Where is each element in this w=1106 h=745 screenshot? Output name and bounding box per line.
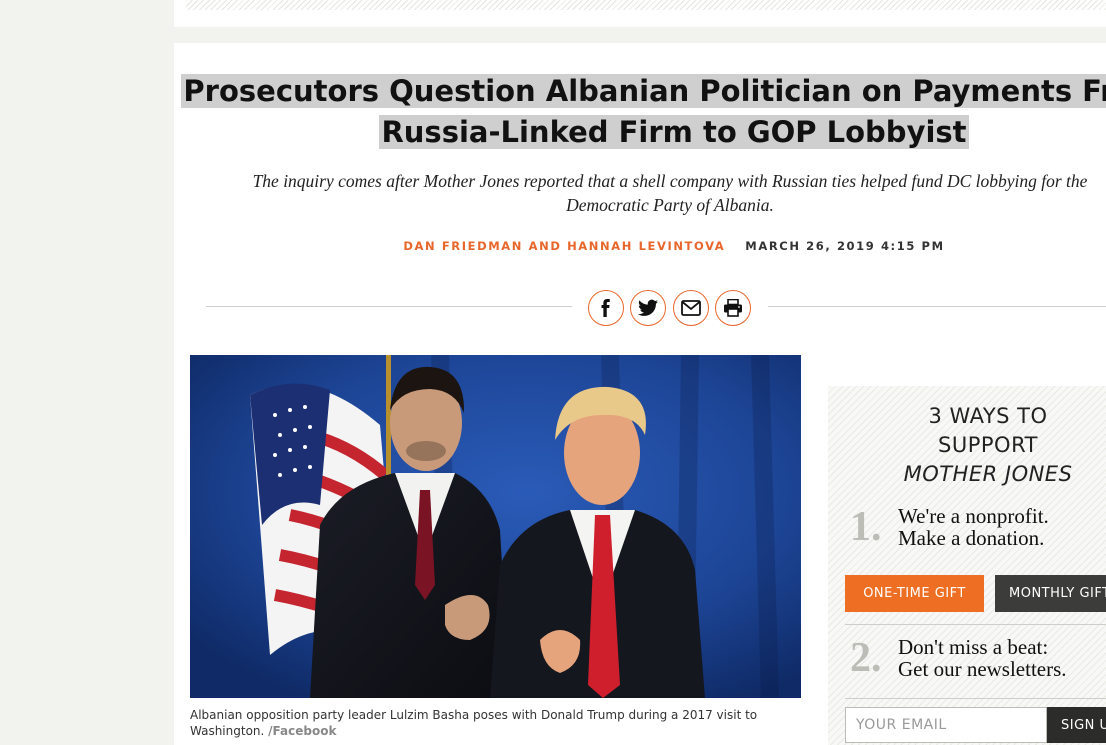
article-photo (190, 355, 801, 698)
author-link[interactable]: Dan Friedman and Hannah Levintova (403, 239, 725, 253)
print-icon (724, 299, 742, 317)
share-facebook-button[interactable] (588, 290, 624, 326)
step-text-line1: We're a nonprofit. (898, 504, 1049, 528)
hatch-border (186, 0, 1106, 10)
step-number: 2. (850, 635, 882, 681)
support-title-line1: 3 WAYS TO (928, 404, 1048, 428)
step-number: 1. (850, 504, 882, 550)
article-dek: The inquiry comes after Mother Jones rep… (252, 171, 1088, 215)
twitter-icon (638, 299, 658, 316)
print-button[interactable] (715, 290, 751, 326)
divider-right (768, 306, 1106, 307)
monthly-gift-button[interactable]: MONTHLY GIFT (995, 575, 1106, 612)
email-field[interactable] (845, 707, 1047, 743)
step-text-line2: Get our newsletters. (898, 657, 1067, 681)
divider (845, 624, 1106, 625)
byline: Dan Friedman and Hannah Levintova March 2… (174, 239, 1106, 253)
sign-up-button[interactable]: SIGN UP (1047, 707, 1106, 743)
step-text-line2: Make a donation. (898, 526, 1045, 550)
article-headline: Prosecutors Question Albanian Politician… (174, 71, 1106, 153)
divider (845, 698, 1106, 699)
step-newsletter: 2. Don't miss a beat: Get our newsletter… (850, 634, 1067, 682)
photo-credit-link[interactable]: /Facebook (268, 724, 336, 738)
facebook-icon (601, 299, 610, 317)
support-title: 3 WAYS TO SUPPORT MOTHER JONES (828, 402, 1106, 489)
brand-name: MOTHER JONES (903, 462, 1073, 486)
share-twitter-button[interactable] (630, 290, 666, 326)
one-time-gift-button[interactable]: ONE-TIME GIFT (845, 575, 984, 612)
article-container: Prosecutors Question Albanian Politician… (174, 43, 1106, 745)
support-title-line2: SUPPORT (938, 433, 1038, 457)
divider-left (206, 306, 572, 307)
step-text: Don't miss a beat: Get our newsletters. (898, 636, 1067, 680)
photo-caption: Albanian opposition party leader Lulzim … (190, 707, 790, 739)
previous-section-strip (174, 0, 1106, 27)
step-donate: 1. We're a nonprofit. Make a donation. (850, 503, 1049, 551)
share-email-button[interactable] (673, 290, 709, 326)
support-widget: 3 WAYS TO SUPPORT MOTHER JONES 1. We're … (828, 386, 1106, 745)
step-text-line1: Don't miss a beat: (898, 635, 1049, 659)
publish-date: March 26, 2019 4:15 PM (745, 239, 945, 253)
step-text: We're a nonprofit. Make a donation. (898, 505, 1049, 549)
email-icon (681, 300, 701, 316)
